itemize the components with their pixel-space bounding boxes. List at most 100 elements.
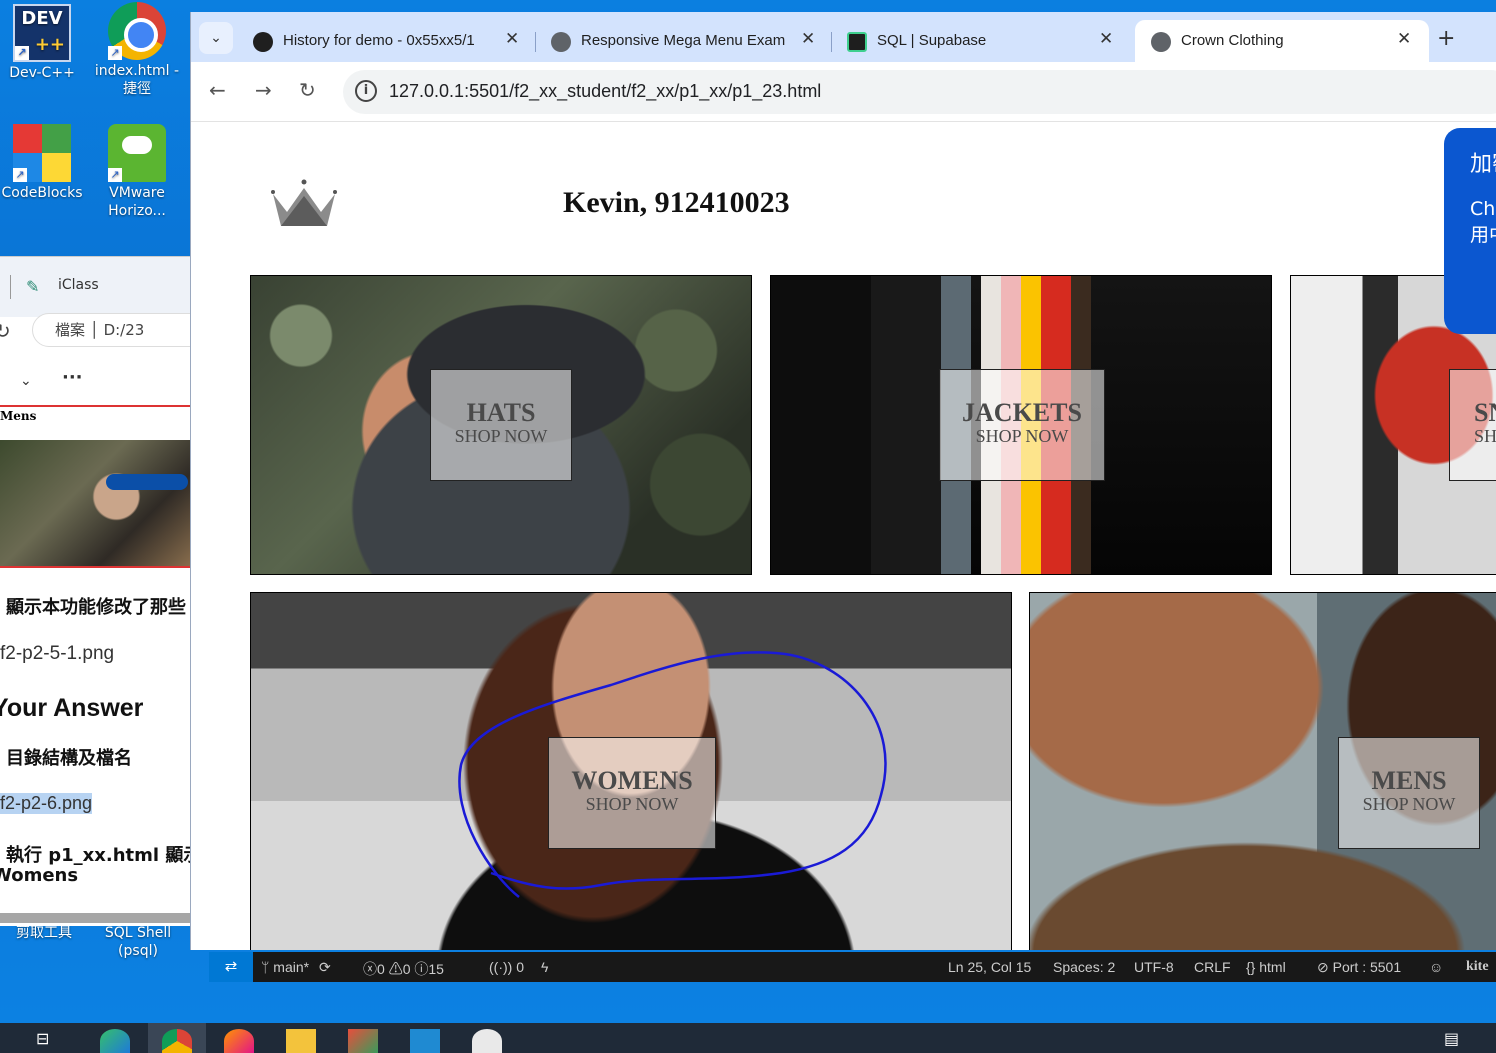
desktop-icon-label: VMware Horizo... xyxy=(108,185,166,219)
bg-womens-line: Womens xyxy=(0,865,79,886)
desktop-icon-snipping-tool[interactable]: 剪取工具 xyxy=(0,924,88,942)
info-count: 15 xyxy=(428,961,444,977)
bg-question-line: 顯示本功能修改了那些 xyxy=(6,597,186,618)
reload-button[interactable]: ↻ xyxy=(299,78,316,102)
category-subtitle: SHOP NOW xyxy=(1362,794,1456,814)
cursor-position[interactable]: Ln 25, Col 15 xyxy=(948,959,1031,975)
indentation-status[interactable]: Spaces: 2 xyxy=(1053,959,1115,975)
iclass-favicon-icon: ✎ xyxy=(26,277,40,296)
desktop-icon-index-html[interactable]: ↗ index.html - 捷徑 xyxy=(92,2,182,98)
notice-title: 加密 xyxy=(1470,152,1496,177)
bg-address-text: 檔案 │ D:/23 xyxy=(55,321,145,339)
close-icon[interactable]: ✕ xyxy=(505,29,519,49)
page-content: Kevin, 912410023 HATS SHOP NOW JACKETS S… xyxy=(191,122,1496,950)
vmware-horizon-icon: ↗ xyxy=(108,124,166,182)
vscode-icon[interactable] xyxy=(410,1029,440,1053)
desktop-icon-codeblocks[interactable]: ↗ CodeBlocks xyxy=(0,124,87,202)
close-icon[interactable]: ✕ xyxy=(1099,29,1113,49)
branch-status[interactable]: ᛘ main* ⟳ xyxy=(261,959,331,976)
close-icon[interactable]: ✕ xyxy=(1397,29,1411,49)
close-icon[interactable]: ✕ xyxy=(801,29,815,49)
category-tile-jackets[interactable]: JACKETS SHOP NOW xyxy=(770,275,1272,575)
forward-button[interactable]: → xyxy=(255,78,272,102)
category-title: HATS xyxy=(466,398,536,427)
tab-history-for-demo[interactable]: History for demo - 0x55xx5/1 ✕ xyxy=(237,20,535,62)
background-browser-window[interactable]: ✎ iClass ↻ 檔案 │ D:/23 ⌄ ··· Mens 顯示本功能修改… xyxy=(0,256,194,926)
bg-mens-label: Mens xyxy=(0,409,37,423)
lightning-icon[interactable]: ϟ xyxy=(541,959,548,975)
chrome-icon: ↗ xyxy=(108,2,166,60)
hand-drawn-annotation-circle xyxy=(458,651,887,898)
chrome-taskbar-icon[interactable] xyxy=(162,1029,192,1053)
language-mode[interactable]: {} html xyxy=(1246,959,1286,975)
tab-responsive-mega-menu[interactable]: Responsive Mega Menu Exam ✕ xyxy=(535,20,831,62)
bg-address-bar[interactable]: 檔案 │ D:/23 xyxy=(32,313,194,347)
category-title: JACKETS xyxy=(962,398,1082,427)
desktop-icon-label: Dev-C++ xyxy=(9,65,75,81)
error-icon: ⓧ xyxy=(363,961,377,977)
vscode-status-bar: ⇄ ᛘ main* ⟳ ⓧ0 ⚠0 ⓘ15 ((·)) 0 ϟ Ln 25, C… xyxy=(209,952,1496,982)
desktop-icon-devcpp[interactable]: DEV ++ ↗ Dev-C++ xyxy=(0,4,87,82)
bg-tab-title[interactable]: iClass xyxy=(58,277,99,293)
ports-status[interactable]: ((·)) 0 xyxy=(489,959,524,975)
broadcast-icon: ((·)) xyxy=(489,959,513,975)
eol-status[interactable]: CRLF xyxy=(1194,959,1231,975)
blocked-icon: ⊘ xyxy=(1317,959,1329,975)
bg-toolbar: ⌄ ··· xyxy=(0,361,194,407)
tab-sql-supabase[interactable]: SQL | Supabase ✕ xyxy=(831,20,1127,62)
desktop-icon-label: CodeBlocks xyxy=(1,185,83,201)
desktop-icon-label: index.html - 捷徑 xyxy=(94,63,180,97)
desktop-icon-sql-shell[interactable]: SQL Shell (psql) xyxy=(96,924,180,960)
bg-more-icon[interactable]: ··· xyxy=(62,367,83,388)
desktop-icon-label: 剪取工具 xyxy=(16,925,72,941)
category-caption: HATS SHOP NOW xyxy=(430,369,572,481)
remote-window-icon[interactable]: ⇄ xyxy=(209,952,253,982)
git-branch-icon: ᛘ xyxy=(261,959,270,975)
site-info-icon[interactable]: i xyxy=(355,80,377,102)
tab-search-button[interactable]: ⌄ xyxy=(199,22,233,54)
tab-title: History for demo - 0x55xx5/1 xyxy=(283,32,475,49)
page-title: Kevin, 912410023 xyxy=(563,186,790,219)
chrome-notification-popup[interactable]: 加密 Chr 用中 xyxy=(1444,128,1496,334)
category-tile-womens[interactable]: WOMENS SHOP NOW xyxy=(250,592,1012,950)
tab-title: Responsive Mega Menu Exam xyxy=(581,32,786,49)
tab-separator xyxy=(10,275,11,299)
warning-count: 0 xyxy=(402,961,411,977)
edge-icon[interactable] xyxy=(100,1029,130,1053)
notification-center-icon[interactable]: ▤ xyxy=(1444,1029,1474,1053)
problems-status[interactable]: ⓧ0 ⚠0 ⓘ15 xyxy=(363,959,444,979)
live-server-port[interactable]: ⊘ Port : 5501 xyxy=(1317,959,1401,976)
bg-reload-icon[interactable]: ↻ xyxy=(0,319,11,343)
category-title: MENS xyxy=(1371,766,1447,795)
globe-icon xyxy=(1151,32,1171,52)
pgadmin-icon[interactable] xyxy=(472,1029,502,1053)
desktop-icon-label: SQL Shell (psql) xyxy=(104,925,172,959)
codeblocks-icon: ↗ xyxy=(13,124,71,182)
file-explorer-icon[interactable] xyxy=(286,1029,316,1053)
address-bar[interactable]: i 127.0.0.1:5501/f2_xx_student/f2_xx/p1_… xyxy=(343,70,1496,114)
category-tile-hats[interactable]: HATS SHOP NOW xyxy=(250,275,752,575)
bg-chevron-down-icon[interactable]: ⌄ xyxy=(20,373,32,389)
bg-horizontal-scrollbar[interactable] xyxy=(0,913,194,923)
bg-filename: f2-p2-5-1.png xyxy=(0,643,115,664)
branch-name: main* xyxy=(273,959,310,975)
warning-icon: ⚠ xyxy=(388,961,403,977)
encoding-status[interactable]: UTF-8 xyxy=(1134,959,1174,975)
new-tab-button[interactable]: + xyxy=(1437,26,1455,51)
category-subtitle: SHOP NOW xyxy=(454,426,548,446)
category-tile-mens[interactable]: MENS SHOP NOW xyxy=(1029,592,1496,950)
sync-icon[interactable]: ⟳ xyxy=(319,959,331,975)
kite-status[interactable]: kite xyxy=(1466,959,1489,975)
crown-logo-icon[interactable] xyxy=(271,178,337,228)
desktop-icon-vmware[interactable]: ↗ VMware Horizo... xyxy=(92,124,182,220)
task-view-icon[interactable]: ⊟ xyxy=(36,1029,66,1053)
bg-directory-line: 目錄結構及檔名 xyxy=(6,748,132,769)
copilot-icon[interactable]: ☺ xyxy=(1429,959,1443,975)
back-button[interactable]: ← xyxy=(209,78,226,102)
bg-run-line: 執行 p1_xx.html 顯示 xyxy=(6,845,194,866)
firefox-icon[interactable] xyxy=(224,1029,254,1053)
notice-text: Chr xyxy=(1470,198,1496,220)
tab-crown-clothing[interactable]: Crown Clothing ✕ xyxy=(1135,20,1429,62)
category-subtitle: SHOP NOW xyxy=(975,426,1069,446)
git-tool-icon[interactable] xyxy=(348,1029,378,1053)
